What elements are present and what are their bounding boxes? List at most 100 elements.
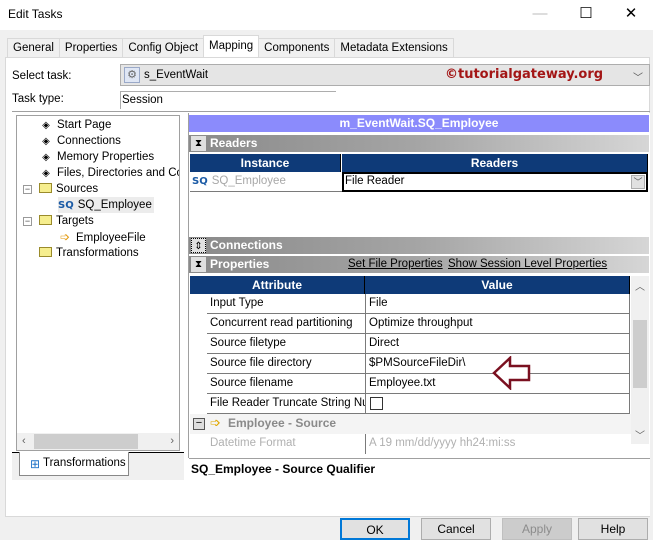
connections-section-header[interactable]: ⇕ Connections (189, 237, 649, 254)
tree-item-employee-file[interactable]: ➩ EmployeeFile (58, 229, 146, 245)
diamond-icon: ◈ (42, 152, 50, 163)
value-cell[interactable]: Optimize throughput (366, 314, 630, 334)
tree-item-label: Files, Directories and Commands (57, 167, 179, 179)
gear-icon: ⚙ (124, 67, 140, 83)
diamond-icon: ◈ (42, 168, 50, 179)
collapse-group-icon[interactable]: − (193, 418, 205, 430)
attribute-cell: File Reader Truncate String Null (207, 394, 366, 414)
attribute-cell: Datetime Format (207, 434, 366, 454)
reader-select[interactable]: File Reader ﹀ (342, 172, 648, 192)
tab-general[interactable]: General (7, 38, 60, 58)
tab-config-object[interactable]: Config Object (122, 38, 205, 58)
watermark: ©tutorialgateway.org (445, 67, 604, 82)
close-button[interactable]: ✕ (611, 3, 651, 25)
scrollbar-thumb[interactable] (34, 434, 138, 449)
instance-name: SQ_Employee (211, 175, 286, 187)
collapse-sources-toggle[interactable]: − (23, 185, 32, 194)
tab-transformations-label: Transformations (43, 457, 126, 469)
tree-item-label: SQ_Employee (77, 199, 152, 211)
group-label: Employee - Source (228, 416, 337, 430)
tree-item-connections[interactable]: ◈ Connections (39, 133, 121, 149)
folder-icon (39, 215, 52, 225)
tree-item-label: Start Page (57, 119, 112, 131)
scroll-left-icon[interactable]: ‹ (22, 433, 26, 450)
attribute-cell: Source filetype (207, 334, 366, 354)
attribute-cell: Source file directory (207, 354, 366, 374)
value-cell (366, 394, 630, 414)
tree-item-label: EmployeeFile (76, 232, 146, 244)
tab-mapping[interactable]: Mapping (203, 35, 260, 58)
tree-item-start-page[interactable]: ◈ Start Page (39, 117, 111, 133)
cancel-button[interactable]: Cancel (421, 518, 491, 540)
tree-item-targets[interactable]: Targets (39, 213, 94, 229)
collapse-targets-toggle[interactable]: − (23, 217, 32, 226)
tree-item-label: Transformations (56, 247, 139, 259)
title-bar: Edit Tasks — ☐ ✕ (0, 0, 653, 30)
tree-item-files-directories[interactable]: ◈ Files, Directories and Commands (39, 165, 179, 181)
ok-button[interactable]: OK (340, 518, 410, 540)
properties-col-attribute: Attribute (190, 276, 365, 294)
select-task-dropdown[interactable]: ⚙ s_EventWait ©tutorialgateway.org ﹀ (120, 64, 650, 86)
tree-item-sq-employee[interactable]: SQ SQ_Employee (58, 197, 154, 213)
diamond-icon: ◈ (42, 120, 50, 131)
reader-value: File Reader (345, 175, 405, 187)
readers-section-header[interactable]: ⧗ Readers (189, 135, 649, 152)
select-task-label: Select task: (12, 70, 72, 82)
help-button[interactable]: Help (578, 518, 648, 540)
properties-vertical-scrollbar[interactable]: ︿ ﹀ (631, 276, 649, 444)
folder-icon (39, 247, 52, 257)
value-cell[interactable]: A 19 mm/dd/yyyy hh24:mi:ss (366, 434, 630, 454)
tab-properties[interactable]: Properties (58, 38, 124, 58)
task-type-field: Session (120, 91, 336, 109)
attribute-cell: Source filename (207, 374, 366, 394)
chevron-down-icon[interactable]: ﹀ (631, 175, 645, 189)
collapse-readers-icon[interactable]: ⧗ (191, 136, 206, 151)
source-qualifier-icon: SQ (58, 200, 74, 211)
maximize-button[interactable]: ☐ (566, 3, 606, 25)
scroll-down-icon[interactable]: ﹀ (635, 427, 645, 442)
employee-source-group: − ➩ Employee - Source (190, 414, 631, 434)
window-title: Edit Tasks (8, 7, 63, 21)
tree-item-label: Connections (57, 135, 121, 147)
collapse-properties-icon[interactable]: ⧗ (191, 257, 206, 272)
transformations-icon: ⊞ (30, 457, 41, 471)
tab-transformations[interactable]: ⊞ Transformations (19, 452, 129, 476)
attribute-cell: Concurrent read partitioning (207, 314, 366, 334)
folder-icon (39, 183, 52, 193)
description-panel: SQ_Employee - Source Qualifier (189, 458, 650, 516)
target-file-icon: ➩ (59, 230, 71, 244)
attribute-cell: Input Type (207, 294, 366, 314)
source-qualifier-icon: SQ (192, 176, 208, 187)
show-session-level-properties-link[interactable]: Show Session Level Properties (448, 258, 607, 270)
bottom-tab-strip: ⊞ Transformations (12, 452, 184, 480)
value-cell[interactable]: File (366, 294, 630, 314)
tab-strip: General Properties Config Object Mapping… (7, 35, 454, 58)
tree-item-transformations[interactable]: Transformations (39, 245, 139, 261)
properties-section-label: Properties (210, 257, 270, 271)
diamond-icon: ◈ (42, 136, 50, 147)
set-file-properties-link[interactable]: Set File Properties (348, 258, 443, 270)
tree-item-label: Memory Properties (57, 151, 155, 163)
tab-components[interactable]: Components (258, 38, 336, 58)
tree-item-memory-properties[interactable]: ◈ Memory Properties (39, 149, 154, 165)
scroll-up-icon[interactable]: ︿ (635, 278, 645, 293)
navigation-tree: ◈ Start Page ◈ Connections ◈ Memory Propert… (16, 115, 180, 451)
expand-connections-icon[interactable]: ⇕ (191, 238, 206, 253)
separator (12, 111, 650, 112)
minimize-button[interactable]: — (520, 3, 560, 25)
properties-col-value: Value (365, 276, 630, 294)
task-type-label: Task type: (12, 93, 64, 105)
annotation-arrow-icon (492, 356, 531, 390)
scrollbar-thumb[interactable] (633, 320, 647, 388)
tab-metadata-extensions[interactable]: Metadata Extensions (334, 38, 454, 58)
connections-section-label: Connections (210, 238, 283, 252)
value-cell[interactable]: Direct (366, 334, 630, 354)
tree-item-sources[interactable]: Sources (39, 181, 98, 197)
tree-item-label: Targets (56, 215, 94, 227)
apply-button[interactable]: Apply (502, 518, 572, 540)
readers-col-readers: Readers (342, 154, 648, 172)
scroll-right-icon[interactable]: › (170, 433, 174, 450)
truncate-string-null-checkbox[interactable] (370, 397, 383, 410)
tree-horizontal-scrollbar[interactable]: ‹ › (17, 433, 179, 450)
readers-instance-cell[interactable]: SQ SQ_Employee (190, 172, 342, 192)
